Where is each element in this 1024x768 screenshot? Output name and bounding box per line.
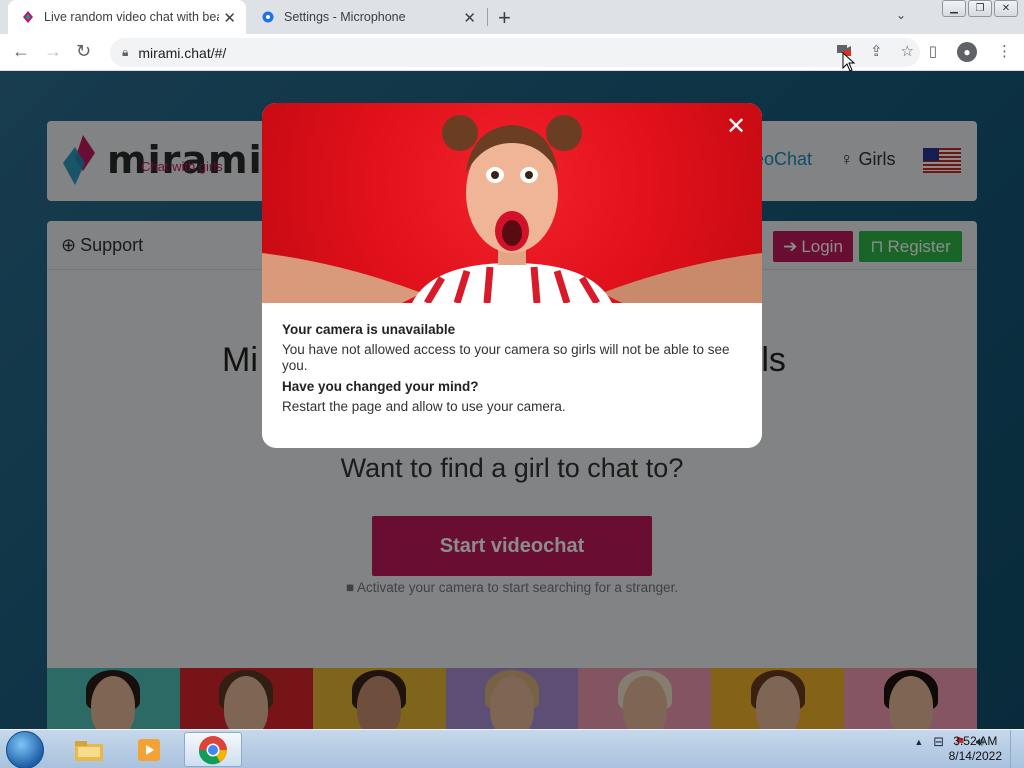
lock-icon[interactable]: 🔒︎ xyxy=(122,45,128,60)
browser-toolbar: ← → ↻ 🔒︎ mirami.chat/#/ ⇪ ☆ ▯ ● ⋮ xyxy=(0,34,1024,71)
side-panel-icon[interactable]: ▯ xyxy=(929,42,937,62)
close-tab-icon[interactable]: ✕ xyxy=(463,9,476,27)
close-tab-icon[interactable]: ✕ xyxy=(223,9,236,27)
file-explorer-icon[interactable] xyxy=(60,732,118,767)
address-bar[interactable]: 🔒︎ mirami.chat/#/ xyxy=(110,38,920,67)
menu-kebab-icon[interactable]: ⋮ xyxy=(997,42,1012,62)
tab-search-chevron-icon[interactable]: ⌄ xyxy=(896,8,906,22)
chrome-taskbar-icon[interactable] xyxy=(184,732,242,767)
surprised-girl-image xyxy=(262,115,762,303)
profile-avatar-icon[interactable]: ● xyxy=(957,42,977,62)
modal-body: Your camera is unavailable You have not … xyxy=(282,322,742,420)
share-icon[interactable]: ⇪ xyxy=(870,42,883,60)
toolbar-right: ▯ ● ⋮ xyxy=(929,42,1012,62)
windows-taskbar: ▲ ⊟ ⚑ 🔊︎ 3:52 AM 8/14/2022 xyxy=(0,729,1024,768)
modal-text-restart: Restart the page and allow to use your c… xyxy=(282,399,566,414)
tab-settings[interactable]: Settings - Microphone ✕ xyxy=(250,0,486,34)
reload-icon[interactable]: ↻ xyxy=(76,41,91,62)
mouse-cursor-icon xyxy=(842,52,856,72)
page-viewport: mirami Chat with girls eoChat ♀ Girls ⊕ … xyxy=(0,71,1024,729)
url-text: mirami.chat/#/ xyxy=(138,44,227,61)
camera-unavailable-modal: ✕ Your camera is unavailable You have no… xyxy=(262,103,762,448)
modal-title-changed-mind: Have you changed your mind? xyxy=(282,379,479,394)
forward-icon[interactable]: → xyxy=(44,41,62,62)
show-hidden-icons-icon[interactable]: ▲ xyxy=(914,737,923,747)
clock-time: 3:52 AM xyxy=(953,734,998,748)
minimize-icon[interactable]: ▁ xyxy=(942,0,966,17)
settings-gear-icon xyxy=(260,9,276,25)
show-desktop-button[interactable] xyxy=(1010,730,1024,768)
clock-date: 8/14/2022 xyxy=(948,749,1002,763)
mirami-favicon-icon xyxy=(20,9,36,25)
media-player-icon[interactable] xyxy=(120,732,178,767)
modal-text-unavailable: You have not allowed access to your came… xyxy=(282,342,730,373)
tab-separator xyxy=(487,8,488,26)
tab-title: Settings - Microphone xyxy=(284,10,406,24)
bookmark-star-icon[interactable]: ☆ xyxy=(901,42,914,60)
start-button-icon[interactable] xyxy=(6,731,44,768)
modal-title-unavailable: Your camera is unavailable xyxy=(282,322,456,337)
restore-icon[interactable]: ❐ xyxy=(968,0,992,17)
window-controls: ▁ ❐ ✕ xyxy=(942,0,1018,17)
network-icon[interactable]: ⊟ xyxy=(933,734,944,750)
modal-photo: ✕ xyxy=(262,103,762,303)
close-modal-icon[interactable]: ✕ xyxy=(722,113,750,141)
tab-title: Live random video chat with bea xyxy=(44,10,219,24)
back-icon[interactable]: ← xyxy=(12,41,30,62)
tab-strip: Live random video chat with bea ✕ Settin… xyxy=(0,0,1024,34)
close-window-icon[interactable]: ✕ xyxy=(994,0,1018,17)
taskbar-clock[interactable]: 3:52 AM 8/14/2022 xyxy=(949,734,1002,764)
tab-mirami[interactable]: Live random video chat with bea ✕ xyxy=(8,0,246,34)
new-tab-icon[interactable]: + xyxy=(498,5,511,31)
